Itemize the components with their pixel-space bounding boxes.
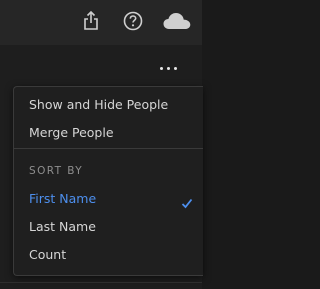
sort-by-heading: SORT BY	[29, 165, 84, 177]
context-menu: Show and Hide People Merge People SORT B…	[13, 86, 203, 276]
menu-item-merge-people[interactable]: Merge People	[29, 125, 114, 140]
sort-option-first-name[interactable]: First Name	[29, 191, 96, 206]
top-toolbar	[0, 0, 202, 45]
checkmark-icon	[181, 194, 193, 213]
bottom-divider	[0, 282, 202, 283]
more-horizontal-icon[interactable]	[158, 62, 180, 76]
sort-option-last-name[interactable]: Last Name	[29, 219, 96, 234]
cloud-icon[interactable]	[163, 12, 191, 34]
sort-option-count[interactable]: Count	[29, 247, 66, 262]
share-icon[interactable]	[82, 10, 100, 36]
menu-divider	[14, 148, 203, 149]
help-icon[interactable]	[122, 10, 144, 36]
menu-item-show-hide-people[interactable]: Show and Hide People	[29, 97, 168, 112]
